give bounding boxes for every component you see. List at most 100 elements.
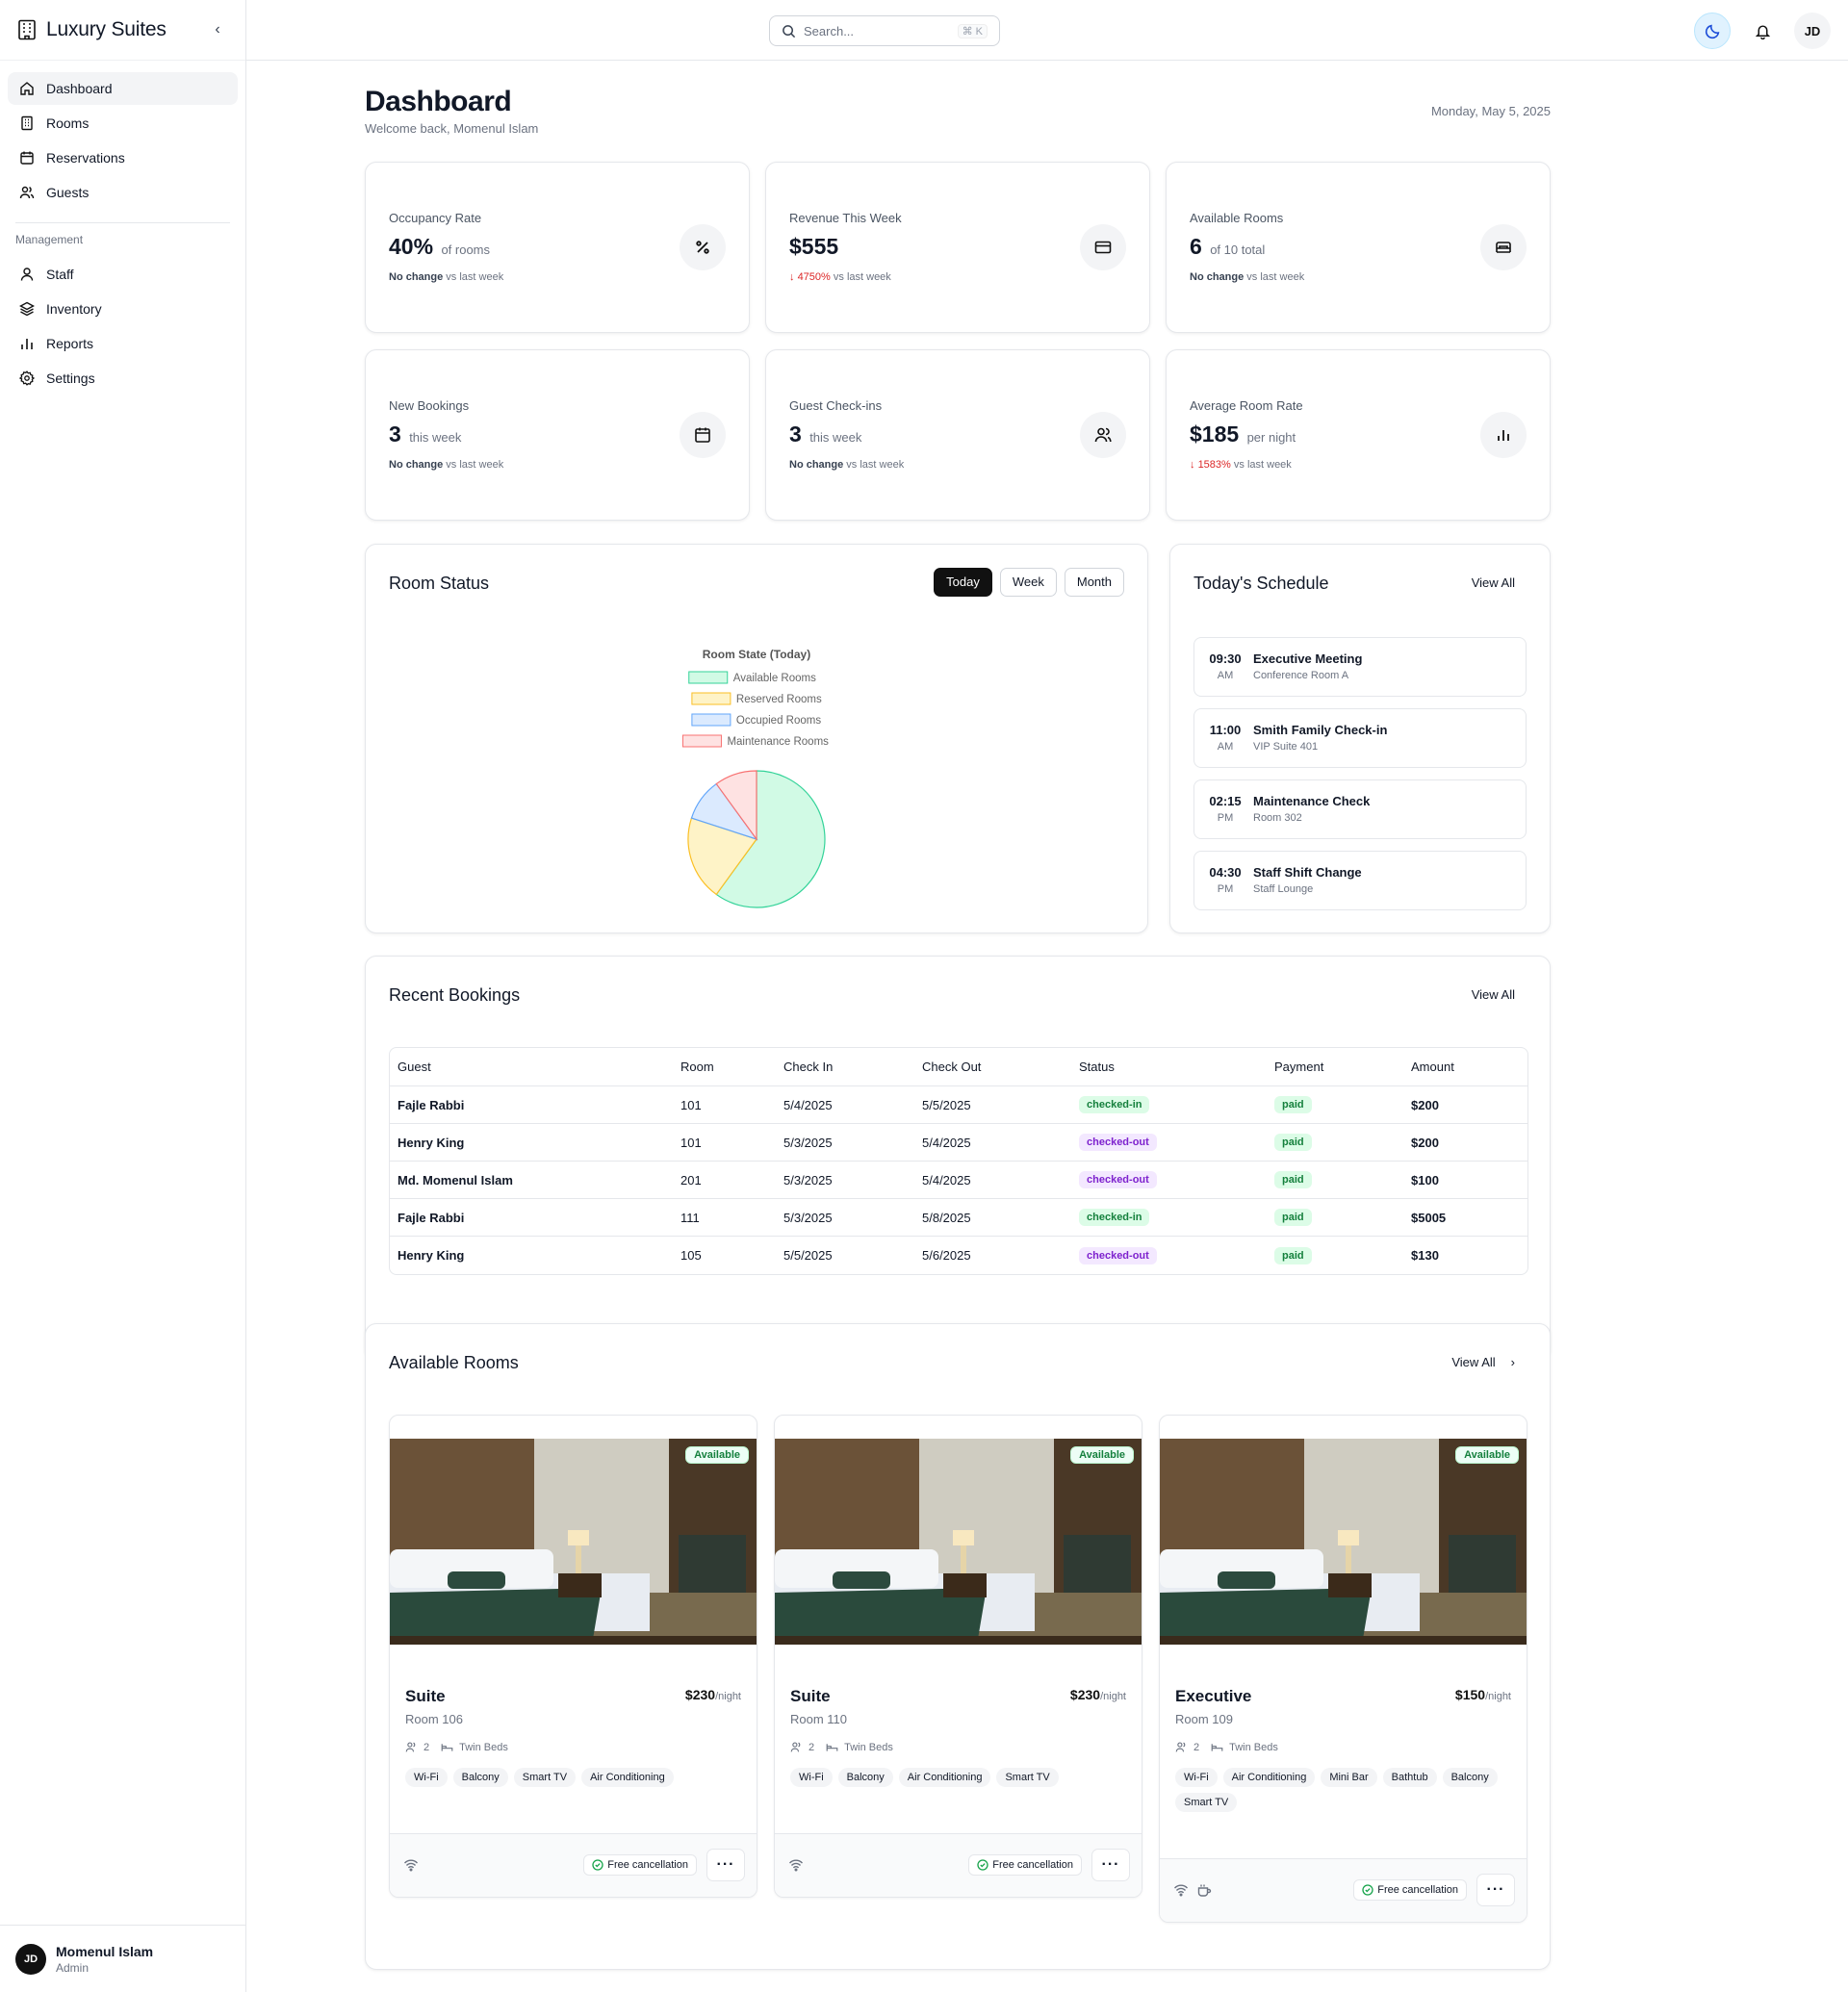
- room-card[interactable]: Available Executive Room 109 $150/night …: [1159, 1415, 1527, 1923]
- schedule-item-location: Room 302: [1253, 812, 1302, 824]
- tab-month[interactable]: Month: [1064, 568, 1124, 597]
- schedule-item[interactable]: 09:30 AM Executive Meeting Conference Ro…: [1194, 637, 1527, 697]
- search-input[interactable]: Search... ⌘ K: [769, 15, 1000, 46]
- free-cancellation-badge: Free cancellation: [583, 1854, 697, 1876]
- guest-cell: Fajle Rabbi: [390, 1086, 673, 1124]
- search-shortcut: ⌘ K: [957, 23, 988, 38]
- sidebar-item-guests[interactable]: Guests: [8, 176, 238, 209]
- payment-cell: paid: [1267, 1199, 1403, 1237]
- top-actions: JD: [1694, 13, 1831, 49]
- schedule-item-location: Conference Room A: [1253, 670, 1349, 681]
- free-cancellation-badge: Free cancellation: [968, 1854, 1082, 1876]
- legend-label: Reserved Rooms: [736, 694, 822, 705]
- payment-cell: paid: [1267, 1086, 1403, 1124]
- room-meta: 2 Twin Beds: [790, 1741, 893, 1753]
- payment-cell: paid: [1267, 1124, 1403, 1162]
- room-photo: Available: [775, 1439, 1142, 1645]
- stat-value: 3 this week: [389, 421, 462, 447]
- rooms-view-all-link[interactable]: View All ›: [1451, 1355, 1515, 1369]
- legend-item: Maintenance Rooms: [681, 734, 829, 748]
- amount-cell: $100: [1403, 1162, 1527, 1199]
- avatar: JD: [15, 1943, 46, 1975]
- status-badge: checked-out: [1079, 1134, 1157, 1151]
- bedroom-image-icon: [775, 1439, 1142, 1645]
- table-row[interactable]: Fajle Rabbi 101 5/4/2025 5/5/2025 checke…: [390, 1086, 1527, 1124]
- check-circle-icon: [1362, 1884, 1373, 1896]
- check-in-cell: 5/5/2025: [783, 1248, 833, 1263]
- theme-toggle-button[interactable]: [1694, 13, 1731, 49]
- user-profile[interactable]: JD Momenul Islam Admin: [0, 1925, 245, 1992]
- schedule-view-all-link[interactable]: View All: [1472, 575, 1515, 590]
- check-in-cell: 5/3/2025: [776, 1199, 914, 1237]
- users-icon: [405, 1742, 416, 1752]
- range-tabs: Today Week Month: [934, 568, 1124, 597]
- schedule-ampm: PM: [1217, 812, 1234, 824]
- stat-icon-circle: [680, 412, 726, 458]
- table-header-row: Guest Room Check In Check Out Status Pay…: [390, 1048, 1527, 1086]
- users-icon: [1094, 427, 1112, 443]
- search-placeholder: Search...: [804, 23, 855, 38]
- stat-value: $185 per night: [1190, 421, 1296, 447]
- sidebar-item-staff[interactable]: Staff: [8, 258, 238, 291]
- bookings-title: Recent Bookings: [389, 985, 521, 1005]
- tab-today[interactable]: Today: [934, 568, 992, 597]
- notifications-button[interactable]: [1744, 13, 1781, 49]
- amenity-tag: Smart TV: [996, 1768, 1059, 1787]
- table-row[interactable]: Henry King 105 5/5/2025 5/6/2025 checked…: [390, 1237, 1527, 1274]
- bed-icon: [441, 1744, 453, 1751]
- wifi-icon: [1173, 1884, 1189, 1897]
- more-options-button[interactable]: ···: [706, 1849, 745, 1881]
- moon-icon: [1705, 24, 1719, 38]
- sidebar-item-label: Dashboard: [46, 81, 113, 96]
- schedule-item[interactable]: 11:00 AM Smith Family Check-in VIP Suite…: [1194, 708, 1527, 768]
- collapse-sidebar-icon[interactable]: ‹: [207, 21, 228, 38]
- sidebar-item-rooms[interactable]: Rooms: [8, 107, 238, 140]
- room-card[interactable]: Available Suite Room 110 $230/night 2 Tw…: [774, 1415, 1142, 1898]
- status-cell: checked-out: [1071, 1162, 1267, 1199]
- amenity-tag: Wi-Fi: [405, 1768, 448, 1787]
- schedule-ampm: PM: [1217, 883, 1234, 895]
- check-out-cell: 5/4/2025: [914, 1162, 1071, 1199]
- room-meta: 2 Twin Beds: [405, 1741, 508, 1753]
- stat-icon-circle: [1480, 224, 1527, 270]
- gear-icon: [19, 370, 35, 386]
- sidebar-item-settings[interactable]: Settings: [8, 362, 238, 395]
- payment-badge: paid: [1274, 1096, 1312, 1113]
- more-options-button[interactable]: ···: [1476, 1874, 1515, 1906]
- room-cell: 101: [673, 1086, 776, 1124]
- stat-value: 3 this week: [789, 421, 862, 447]
- availability-badge: Available: [1455, 1446, 1519, 1464]
- schedule-item[interactable]: 04:30 PM Staff Shift Change Staff Lounge: [1194, 851, 1527, 910]
- status-cell: checked-out: [1071, 1237, 1267, 1274]
- table-row[interactable]: Henry King 101 5/3/2025 5/4/2025 checked…: [390, 1124, 1527, 1162]
- layers-icon: [19, 301, 35, 317]
- sidebar-item-label: Reports: [46, 336, 94, 351]
- sidebar: Luxury Suites ‹ Dashboard Rooms Reservat…: [0, 0, 246, 1992]
- building-icon: [21, 115, 33, 131]
- amenity-tag: Bathtub: [1382, 1768, 1437, 1787]
- tab-week[interactable]: Week: [999, 568, 1057, 597]
- wifi-icon: [403, 1859, 419, 1872]
- sidebar-item-reservations[interactable]: Reservations: [8, 141, 238, 174]
- stat-card-available-rooms: Available Rooms 6 of 10 total No change …: [1166, 162, 1551, 333]
- user-name: Momenul Islam: [56, 1943, 154, 1959]
- bed-type: Twin Beds: [459, 1741, 508, 1753]
- bookings-view-all-link[interactable]: View All: [1472, 987, 1515, 1002]
- table-row[interactable]: Md. Momenul Islam 201 5/3/2025 5/4/2025 …: [390, 1162, 1527, 1199]
- schedule-title: Today's Schedule: [1194, 574, 1329, 593]
- room-card[interactable]: Available Suite Room 106 $230/night 2 Tw…: [389, 1415, 757, 1898]
- sidebar-item-reports[interactable]: Reports: [8, 327, 238, 360]
- sidebar-item-inventory[interactable]: Inventory: [8, 293, 238, 325]
- more-options-button[interactable]: ···: [1091, 1849, 1130, 1881]
- brand-name: Luxury Suites: [46, 18, 167, 40]
- sidebar-item-dashboard[interactable]: Dashboard: [8, 72, 238, 105]
- user-avatar-button[interactable]: JD: [1794, 13, 1831, 49]
- table-row[interactable]: Fajle Rabbi 111 5/3/2025 5/8/2025 checke…: [390, 1199, 1527, 1237]
- guest-cell: Fajle Rabbi: [390, 1199, 673, 1237]
- column-header: Check Out: [914, 1048, 1071, 1086]
- room-cell: 101: [673, 1124, 776, 1162]
- legend-item: Available Rooms: [688, 671, 816, 684]
- bell-icon: [1755, 24, 1770, 39]
- users-icon: [790, 1742, 801, 1752]
- schedule-item[interactable]: 02:15 PM Maintenance Check Room 302: [1194, 779, 1527, 839]
